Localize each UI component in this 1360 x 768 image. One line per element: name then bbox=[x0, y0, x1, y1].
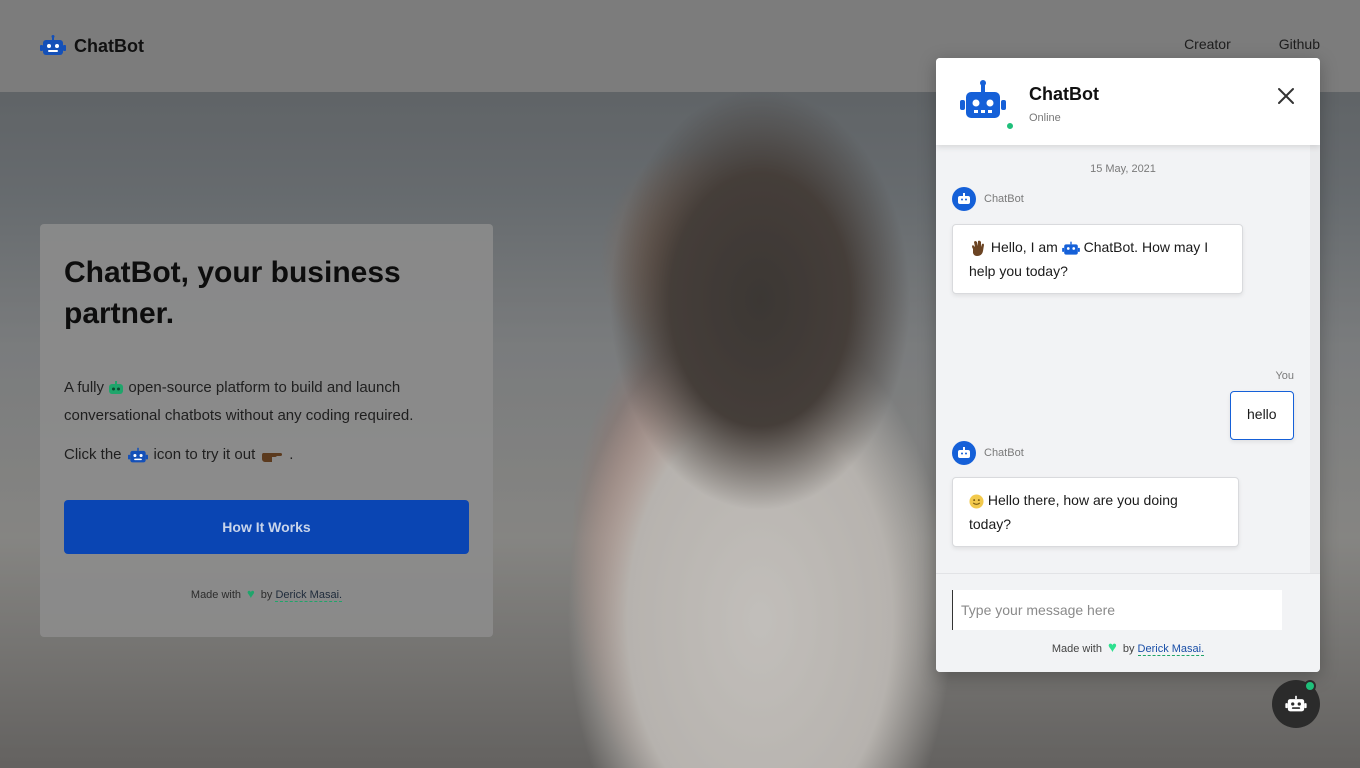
close-icon[interactable] bbox=[1274, 84, 1298, 108]
chat-bubble-user: hello bbox=[1230, 391, 1294, 440]
robot-face-icon bbox=[109, 381, 124, 395]
message-input[interactable] bbox=[952, 590, 1282, 630]
top-nav-links: Creator Github bbox=[1184, 36, 1320, 52]
credit-prefix: Made with bbox=[1051, 643, 1102, 655]
heart-icon: ♥ bbox=[247, 586, 255, 601]
hero-card: ChatBot, your business partner. A fully … bbox=[40, 224, 493, 637]
how-it-works-button[interactable]: How It Works bbox=[64, 500, 469, 554]
pointing-hand-icon bbox=[262, 453, 283, 462]
chat-status: Online bbox=[1029, 112, 1061, 124]
hero-description: A fully open-source platform to build an… bbox=[64, 374, 469, 430]
chatbot-avatar-icon bbox=[952, 441, 976, 465]
chat-credit: Made with ♥ by Derick Masai. bbox=[936, 639, 1320, 656]
date-separator: 15 May, 2021 bbox=[1090, 163, 1156, 175]
brand[interactable]: ChatBot bbox=[40, 35, 144, 57]
hero-cta-part1: Click the bbox=[64, 446, 122, 463]
robot-icon bbox=[40, 35, 66, 55]
sender-name-you: You bbox=[1275, 370, 1294, 382]
robot-icon bbox=[127, 447, 148, 462]
sender-name: ChatBot bbox=[984, 193, 1024, 205]
launcher-online-indicator bbox=[1304, 680, 1316, 692]
chatbot-avatar-icon bbox=[952, 187, 976, 211]
hero-credit: Made with ♥ by Derick Masai. bbox=[40, 586, 493, 602]
chat-window: ChatBot Online 15 May, 2021 ChatBot Hell… bbox=[936, 58, 1320, 672]
hero-desc-part1: A fully bbox=[64, 379, 105, 396]
nav-link-github[interactable]: Github bbox=[1279, 36, 1320, 52]
credit-by: by bbox=[1122, 643, 1135, 655]
online-indicator bbox=[1006, 122, 1014, 130]
hero-cta-part2: icon to try it out bbox=[153, 446, 256, 463]
hero-cta-text: Click the icon to try it out . bbox=[64, 444, 469, 466]
author-link[interactable]: Derick Masai. bbox=[1137, 643, 1205, 656]
brand-name: ChatBot bbox=[74, 35, 144, 56]
robot-icon bbox=[1061, 241, 1080, 255]
heart-icon: ♥ bbox=[1107, 639, 1117, 656]
bubble-text: Hello there, how are you doing today? bbox=[969, 492, 1178, 532]
waving-hand-icon bbox=[972, 240, 984, 257]
message-sender: ChatBot bbox=[952, 187, 1024, 211]
message-sender: ChatBot bbox=[952, 441, 1024, 465]
chat-messages[interactable]: 15 May, 2021 ChatBot Hello, I am ChatBot… bbox=[936, 145, 1310, 573]
chat-header: ChatBot Online bbox=[936, 58, 1320, 145]
chatbot-avatar-icon bbox=[960, 80, 1006, 118]
chat-scrollbar[interactable] bbox=[1310, 145, 1320, 573]
robot-icon bbox=[1285, 695, 1307, 712]
chat-composer: Made with ♥ by Derick Masai. bbox=[936, 573, 1320, 672]
author-link[interactable]: Derick Masai. bbox=[275, 589, 343, 602]
chat-bubble-bot: Hello, I am ChatBot. How may I help you … bbox=[952, 224, 1243, 294]
credit-prefix: Made with bbox=[190, 589, 242, 601]
credit-by: by bbox=[260, 589, 273, 601]
hero-title: ChatBot, your business partner. bbox=[64, 256, 401, 330]
nav-link-creator[interactable]: Creator bbox=[1184, 36, 1231, 52]
chat-bubble-bot: Hello there, how are you doing today? bbox=[952, 477, 1239, 547]
smile-icon bbox=[969, 494, 984, 509]
hero-cta-part3: . bbox=[289, 446, 294, 463]
bubble-text-part1: Hello, I am bbox=[990, 239, 1058, 255]
chat-title: ChatBot bbox=[1029, 84, 1099, 104]
sender-name: ChatBot bbox=[984, 447, 1024, 459]
